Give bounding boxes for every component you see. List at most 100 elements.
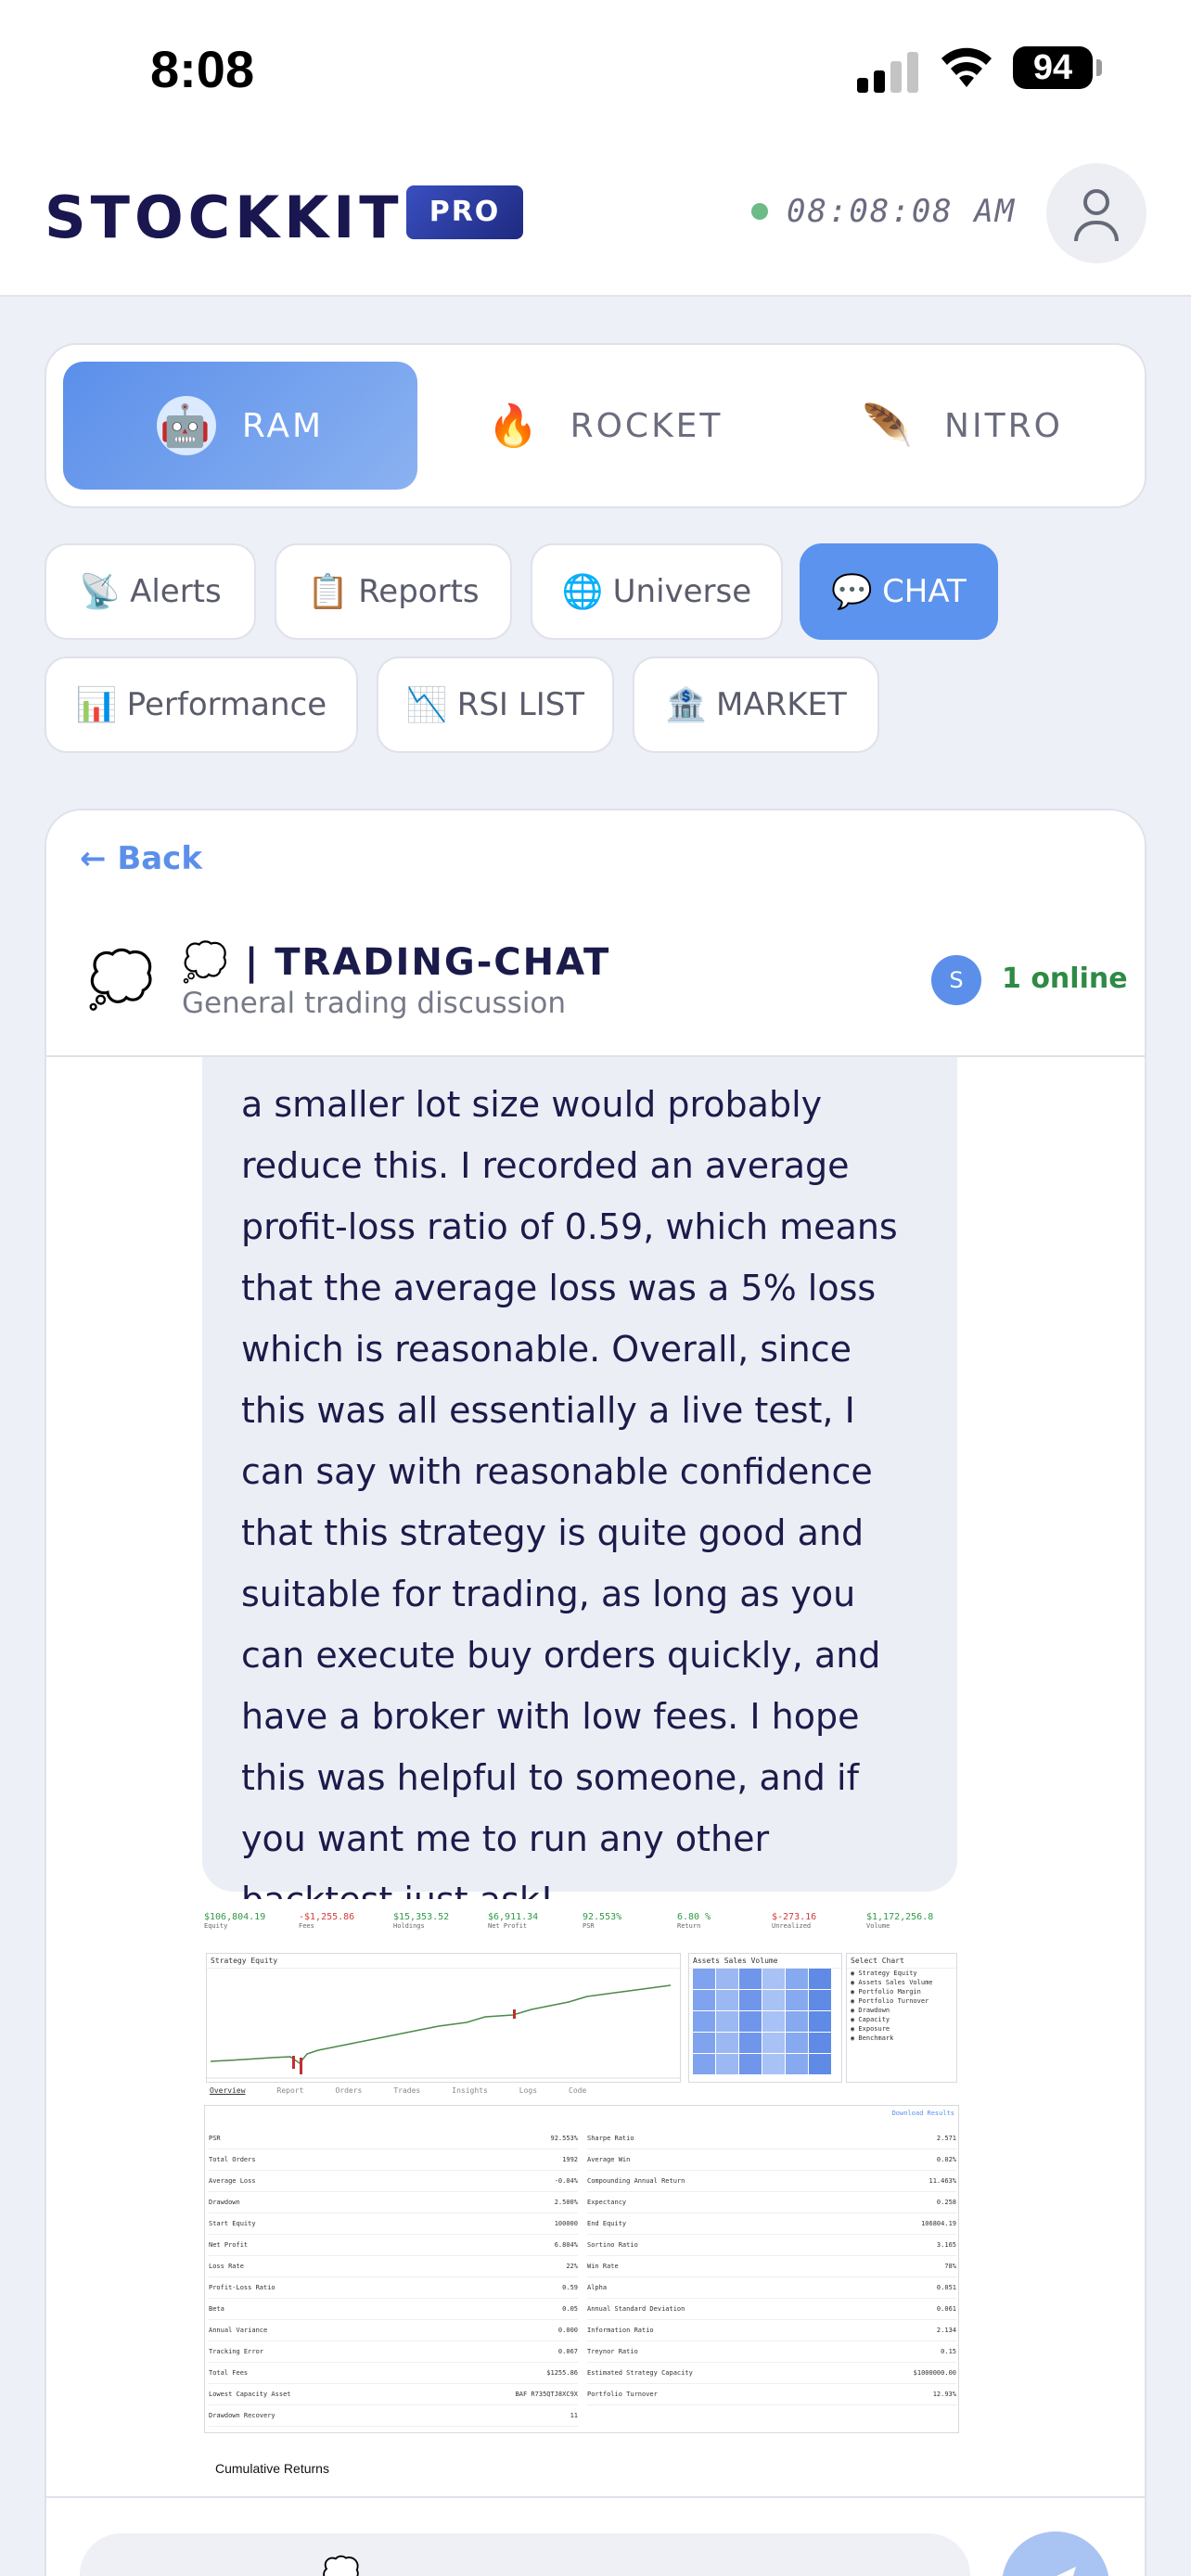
header-clock: 08:08:08 AM bbox=[787, 193, 1017, 230]
chart-options-list[interactable]: ◉ Strategy Equity ◉ Assets Sales Volume ◉ … bbox=[851, 1969, 933, 2043]
send-icon bbox=[1057, 2567, 1076, 2576]
stats-row: Estimated Strategy Capacity $1000000.00 bbox=[587, 2363, 956, 2384]
stat-label: Holdings bbox=[393, 1922, 425, 1930]
stat-name: Drawdown bbox=[209, 2199, 240, 2206]
strategy-tab-ram[interactable]: 🤖 RAM bbox=[63, 362, 417, 490]
menu-rsi-list[interactable]: 📉 RSI LIST bbox=[377, 657, 614, 753]
menu-market[interactable]: 🏦 MARKET bbox=[633, 657, 879, 753]
report-tab[interactable]: Logs bbox=[519, 2086, 537, 2095]
stat-name: Win Rate bbox=[587, 2263, 619, 2270]
report-tabs: Overview Report Orders Trades Insights Logs Co… bbox=[210, 2086, 586, 2095]
stats-row: Sortino Ratio 3.165 bbox=[587, 2235, 956, 2256]
stats-row: PSR 92.553% bbox=[209, 2128, 578, 2149]
strategy-tab-nitro[interactable]: 🪶 NITRO bbox=[790, 362, 1132, 490]
live-status-dot bbox=[751, 203, 768, 220]
stat-name: Profit-Loss Ratio bbox=[209, 2284, 275, 2291]
stat-name: Total Orders bbox=[209, 2156, 256, 2163]
message-bubble: a smaller lot size would probably reduce… bbox=[202, 1057, 957, 1920]
treemap-cell bbox=[786, 2011, 808, 2032]
treemap-cell bbox=[693, 2033, 715, 2053]
stats-row: Expectancy 0.258 bbox=[587, 2192, 956, 2213]
panel-title: Assets Sales Volume bbox=[689, 1954, 841, 1969]
stats-row: Drawdown 2.500% bbox=[209, 2192, 578, 2213]
chart-down-icon: 📉 bbox=[405, 686, 448, 724]
menu-universe[interactable]: 🌐 Universe bbox=[531, 543, 783, 640]
stat-value: $-273.16 bbox=[772, 1912, 817, 1922]
stat-label: Fees bbox=[299, 1922, 314, 1930]
stat-name: Drawdown Recovery bbox=[209, 2412, 275, 2419]
stat-value: $15,353.52 bbox=[393, 1912, 450, 1922]
stat-name: Sharpe Ratio bbox=[587, 2135, 634, 2142]
treemap-cell bbox=[762, 2033, 785, 2053]
backtest-stat: $15,353.52 Holdings bbox=[393, 1912, 486, 1930]
chart-option[interactable]: ◉ Portfolio Margin bbox=[851, 1987, 933, 1996]
stats-row: Sharpe Ratio 2.571 bbox=[587, 2128, 956, 2149]
stat-value: 12.93% bbox=[932, 2391, 956, 2398]
strategy-tab-rocket[interactable]: 🔥 ROCKET bbox=[427, 362, 781, 490]
stat-name: Expectancy bbox=[587, 2199, 627, 2206]
download-results-link[interactable]: Download Results bbox=[892, 2110, 954, 2117]
stat-value: 2.500% bbox=[554, 2199, 578, 2206]
chart-option[interactable]: ◉ Exposure bbox=[851, 2024, 933, 2034]
stat-value: 11 bbox=[570, 2412, 578, 2419]
back-link[interactable]: ← Back bbox=[80, 840, 202, 877]
chart-option[interactable]: ◉ Portfolio Turnover bbox=[851, 1996, 933, 2006]
treemap-cell bbox=[739, 2054, 762, 2074]
report-tab[interactable]: Code bbox=[569, 2086, 586, 2095]
menu-alerts[interactable]: 📡 Alerts bbox=[45, 543, 256, 640]
stats-row: Annual Standard Deviation 0.061 bbox=[587, 2299, 956, 2320]
treemap-cell bbox=[809, 1990, 831, 2010]
chart-option[interactable]: ◉ Capacity bbox=[851, 2015, 933, 2024]
send-button[interactable] bbox=[1002, 2531, 1109, 2576]
report-tab[interactable]: Insights bbox=[452, 2086, 488, 2095]
treemap-cell bbox=[762, 2011, 785, 2032]
volume-treemap bbox=[693, 1969, 831, 2074]
stats-row: Drawdown Recovery 11 bbox=[209, 2405, 578, 2427]
stats-row: Start Equity 100000 bbox=[209, 2213, 578, 2235]
online-user-avatar[interactable]: S bbox=[931, 955, 981, 1005]
report-tab[interactable]: Trades bbox=[393, 2086, 420, 2095]
stat-value: 0.15 bbox=[941, 2348, 956, 2355]
panel-title: Strategy Equity bbox=[207, 1954, 680, 1969]
menu-chat[interactable]: 💬 CHAT bbox=[800, 543, 998, 640]
stat-name: End Equity bbox=[587, 2220, 627, 2227]
stat-value: 22% bbox=[566, 2263, 578, 2270]
menu-reports[interactable]: 📋 Reports bbox=[275, 543, 512, 640]
report-tab[interactable]: Report bbox=[277, 2086, 304, 2095]
cellular-signal-icon bbox=[857, 48, 922, 93]
wifi-icon bbox=[941, 47, 992, 87]
stats-row: Compounding Annual Return 11.463% bbox=[587, 2171, 956, 2192]
backtest-stat: $-273.16 Unrealized bbox=[772, 1912, 864, 1930]
chart-option[interactable]: ◉ Drawdown bbox=[851, 2006, 933, 2015]
chart-option[interactable]: ◉ Strategy Equity bbox=[851, 1969, 933, 1978]
treemap-cell bbox=[739, 2033, 762, 2053]
stats-column-left: PSR 92.553% Total Orders 1992 Average Loss -0… bbox=[209, 2128, 578, 2427]
chart-option[interactable]: ◉ Benchmark bbox=[851, 2034, 933, 2043]
menu-performance[interactable]: 📊 Performance bbox=[45, 657, 358, 753]
panel-title: Select Chart bbox=[847, 1954, 956, 1969]
backtest-stat: $106,804.19 Equity bbox=[204, 1912, 297, 1930]
bank-icon: 🏦 bbox=[665, 686, 708, 724]
clipboard-icon: 📋 bbox=[307, 573, 350, 611]
satellite-icon: 📡 bbox=[79, 573, 122, 611]
stat-name: Estimated Strategy Capacity bbox=[587, 2369, 693, 2377]
message-list[interactable]: a smaller lot size would probably reduce… bbox=[46, 1057, 1145, 2496]
thought-bubble-icon: 💭 bbox=[87, 948, 155, 1011]
message-input[interactable]: 💭 ... bbox=[80, 2533, 970, 2576]
stat-value: 2.571 bbox=[936, 2135, 956, 2142]
stats-row: Loss Rate 22% bbox=[209, 2256, 578, 2277]
report-tab[interactable]: Overview bbox=[210, 2086, 246, 2095]
app-logo[interactable]: STOCKKIT bbox=[45, 184, 403, 251]
message-text: a smaller lot size would probably reduce… bbox=[241, 1084, 898, 1920]
pro-badge: PRO bbox=[406, 185, 523, 239]
report-tab[interactable]: Orders bbox=[335, 2086, 362, 2095]
stat-label: Net Profit bbox=[488, 1922, 528, 1930]
menu-label: RSI LIST bbox=[456, 686, 585, 723]
user-avatar-button[interactable] bbox=[1046, 163, 1146, 263]
menu-label: Performance bbox=[126, 686, 327, 723]
attached-backtest-screenshot[interactable]: $106,804.19 Equity -$1,255.86 Fees $15,353.5… bbox=[204, 1899, 959, 2493]
stat-value: 0.051 bbox=[936, 2284, 956, 2291]
stats-row: Net Profit 6.804% bbox=[209, 2235, 578, 2256]
treemap-cell bbox=[739, 1969, 762, 1989]
chart-option[interactable]: ◉ Assets Sales Volume bbox=[851, 1978, 933, 1987]
